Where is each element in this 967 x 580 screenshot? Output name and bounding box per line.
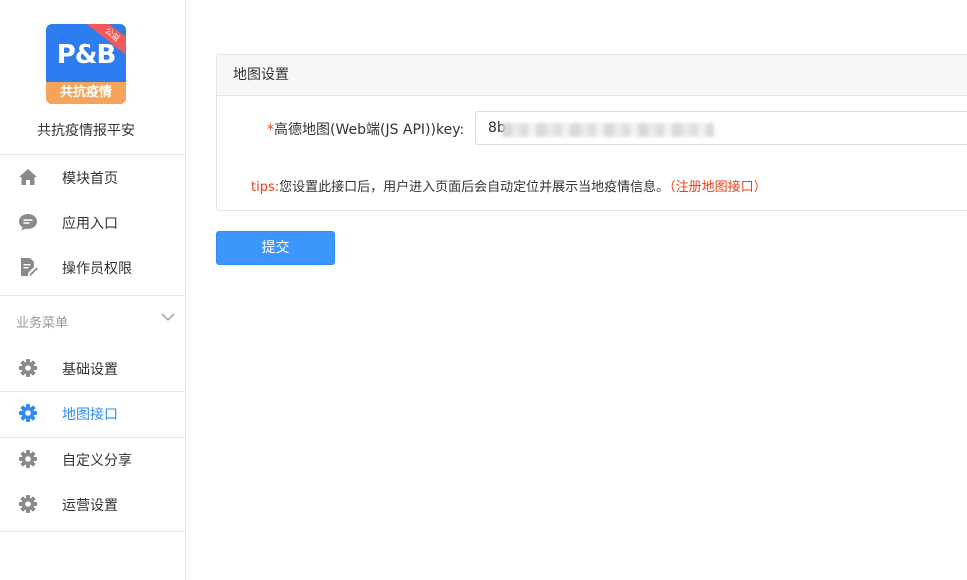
redacted-key-blur bbox=[502, 123, 714, 137]
tips-prefix: tips: bbox=[251, 180, 280, 195]
sidebar-item-label: 应用入口 bbox=[62, 215, 118, 232]
panel-title: 地图设置 bbox=[217, 55, 967, 96]
sidebar-divider bbox=[0, 295, 185, 296]
sidebar: 公益 P&B 共抗疫情 共抗疫情报平安 模块首页 应用入口 操作员权限 业务菜单 bbox=[0, 0, 186, 580]
chevron-up-icon[interactable] bbox=[160, 309, 176, 325]
logo-band-text: 共抗疫情 bbox=[46, 82, 126, 104]
app-logo: 公益 P&B 共抗疫情 bbox=[46, 24, 126, 104]
main-content: 地图设置 *高德地图(Web端(JS API))key: tips:您设置此接口… bbox=[186, 0, 967, 580]
sidebar-item-label: 运营设置 bbox=[62, 497, 118, 514]
tips-body: 您设置此接口后，用户进入页面后会自动定位并展示当地疫情信息。 bbox=[279, 180, 670, 195]
sidebar-item-operator-permissions[interactable]: 操作员权限 bbox=[0, 245, 185, 290]
sidebar-item-label: 基础设置 bbox=[62, 361, 118, 378]
sidebar-item-app-entry[interactable]: 应用入口 bbox=[0, 200, 185, 245]
chat-icon bbox=[19, 214, 37, 231]
app-name: 共抗疫情报平安 bbox=[37, 123, 135, 139]
sidebar-item-operations-settings[interactable]: 运营设置 bbox=[0, 482, 185, 527]
sidebar-item-label: 操作员权限 bbox=[62, 260, 132, 277]
amap-key-label: *高德地图(Web端(JS API))key: bbox=[267, 119, 464, 139]
sidebar-item-basic-settings[interactable]: 基础设置 bbox=[0, 346, 185, 391]
register-map-api-link[interactable]: （注册地图接口） bbox=[669, 180, 767, 195]
amap-key-label-text: 高德地图(Web端(JS API))key: bbox=[274, 122, 465, 138]
home-icon bbox=[19, 169, 37, 185]
gear-icon bbox=[19, 404, 37, 422]
sidebar-item-home[interactable]: 模块首页 bbox=[0, 155, 185, 200]
sidebar-item-label: 地图接口 bbox=[62, 406, 118, 423]
sidebar-divider bbox=[0, 531, 185, 532]
sidebar-item-label: 模块首页 bbox=[62, 170, 118, 187]
edit-doc-icon bbox=[21, 258, 38, 276]
gear-icon bbox=[19, 359, 37, 377]
sidebar-section-title: 业务菜单 bbox=[16, 316, 69, 331]
required-mark: * bbox=[267, 122, 274, 138]
gear-icon bbox=[19, 450, 37, 468]
sidebar-item-map-api[interactable]: 地图接口 bbox=[0, 391, 185, 436]
logo-brand-text: P&B bbox=[56, 40, 117, 70]
submit-button[interactable]: 提交 bbox=[216, 231, 335, 265]
sidebar-item-custom-share[interactable]: 自定义分享 bbox=[0, 437, 185, 482]
gear-icon bbox=[19, 495, 37, 513]
tips-text: tips:您设置此接口后，用户进入页面后会自动定位并展示当地疫情信息。（注册地图… bbox=[251, 176, 767, 195]
sidebar-item-label: 自定义分享 bbox=[62, 452, 132, 469]
